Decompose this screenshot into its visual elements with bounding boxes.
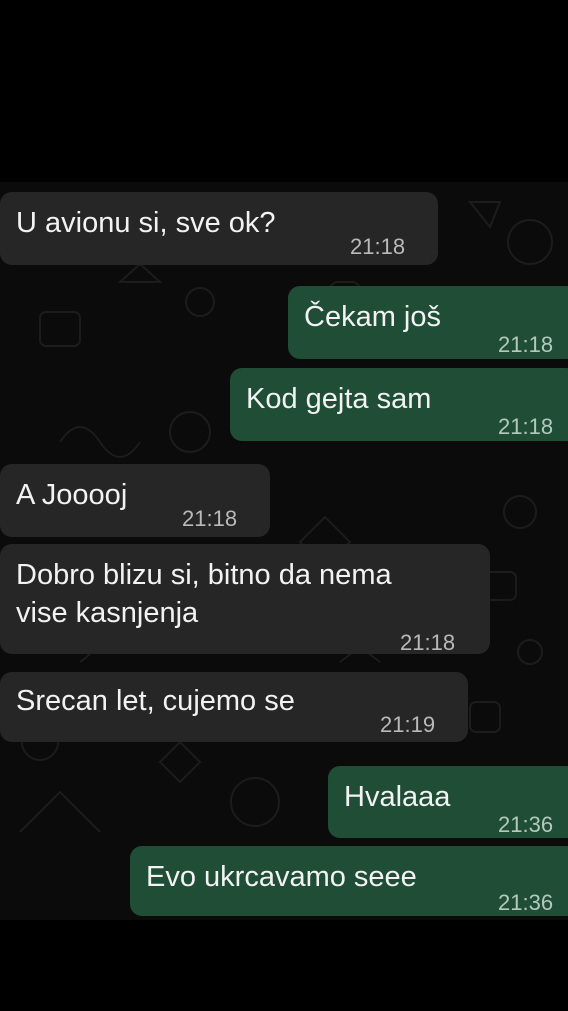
message-timestamp: 21:36: [498, 812, 554, 837]
message-text: Hvalaaa: [344, 778, 450, 816]
message-timestamp: 21:18: [498, 414, 554, 439]
bottom-black-area: [0, 920, 568, 1011]
message-timestamp: 21:18: [350, 234, 406, 259]
incoming-message-bubble[interactable]: U avionu si, sve ok? 21:18: [0, 192, 438, 265]
top-black-area: [0, 0, 568, 182]
message-timestamp: 21:18: [182, 506, 238, 531]
message-text: A Jooooj: [16, 476, 127, 514]
incoming-message-bubble[interactable]: Srecan let, cujemo se 21:19: [0, 672, 468, 742]
incoming-message-bubble[interactable]: A Jooooj 21:18: [0, 464, 270, 537]
message-text-line: Srecan let, cujemo se: [16, 685, 295, 717]
message-timestamp: 21:36: [498, 890, 554, 915]
incoming-message-bubble[interactable]: Dobro blizu si, bitno da nema vise kasnje…: [0, 544, 490, 655]
message-text-line: Kod gejta sam: [246, 383, 432, 415]
message-text: Čekam još: [304, 298, 441, 336]
message-text-line: Čekam još: [304, 301, 441, 333]
outgoing-message-bubble[interactable]: Čekam još 21:18: [288, 286, 568, 359]
chat-area[interactable]: U avionu si, sve ok? 21:18 Čekam još 21:18 K…: [0, 182, 568, 920]
message-text-line: Evo ukrcavamo seee: [146, 861, 417, 893]
message-timestamp: 21:18: [400, 630, 456, 655]
outgoing-message-bubble[interactable]: Hvalaaa 21:36: [328, 766, 568, 838]
message-text-line: Hvalaaa: [344, 781, 451, 813]
message-text-line: Dobro blizu si, bitno da nema: [16, 559, 392, 591]
message-text: U avionu si, sve ok?: [16, 204, 276, 242]
message-text: Srecan let, cujemo se: [16, 682, 295, 720]
message-text-line: A Jooooj: [16, 479, 128, 511]
outgoing-message-bubble[interactable]: Evo ukrcavamo seee 21:36: [130, 846, 568, 916]
message-text-line: vise kasnjenja: [16, 597, 199, 629]
message-text: Evo ukrcavamo seee: [146, 858, 417, 896]
outgoing-message-bubble[interactable]: Kod gejta sam 21:18: [230, 368, 568, 441]
message-timestamp: 21:18: [498, 332, 554, 357]
message-timestamp: 21:19: [380, 712, 436, 737]
message-text: Kod gejta sam: [246, 380, 431, 418]
message-text: Dobro blizu si, bitno da nema vise kasnje…: [16, 556, 392, 632]
message-text-line: U avionu si, sve ok?: [16, 207, 276, 239]
